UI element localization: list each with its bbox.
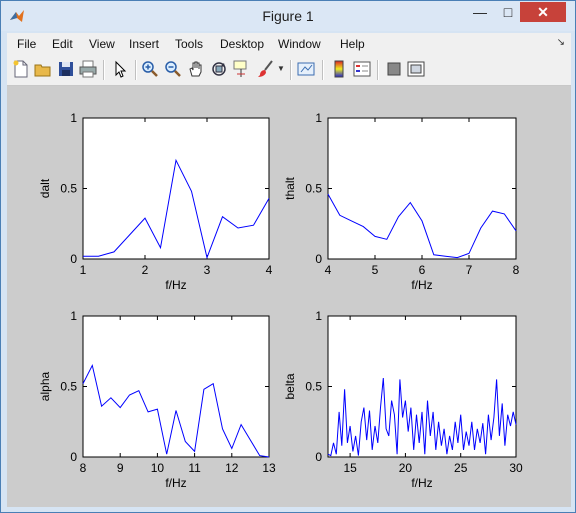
y-tick-label: 0.5 [60,182,77,196]
y-tick-label: 0 [315,252,322,266]
y-axis-label: thalt [283,176,297,199]
y-axis-label: belta [283,373,297,399]
figure-window: Figure 1 — □ ✕ File Edit View Insert Too… [0,0,576,513]
dock-arrow-icon[interactable]: ↘ [557,37,565,48]
minimize-button[interactable]: — [466,2,494,22]
axes-box [327,315,517,458]
title-bar[interactable]: Figure 1 — □ ✕ [1,1,575,31]
menu-view[interactable]: View [89,37,115,51]
figure-canvas: 1 2 3 4 0 0.5 1 f/Hz dalt 4 5 6 7 8 0 0.5 1 f/Hz thalt 8 9 10… [7,86,571,507]
x-tick-label: 8 [513,263,520,277]
y-tick-label: 1 [70,111,77,125]
save-icon[interactable] [57,60,75,78]
subplot-alpha[interactable]: 8 9 10 11 12 13 0 0.5 1 f/Hz alpha [38,309,276,490]
x-axis-label: f/Hz [411,278,432,292]
open-file-icon[interactable] [34,60,52,78]
brush-icon[interactable] [256,60,274,78]
x-tick-label: 5 [372,263,379,277]
x-axis-label: f/Hz [165,278,186,292]
y-tick-label: 1 [70,309,77,323]
rotate-3d-icon[interactable] [210,60,228,78]
menu-desktop[interactable]: Desktop [220,37,264,51]
x-tick-label: 30 [509,461,523,475]
legend-icon[interactable] [353,60,371,78]
axes-box [82,117,270,260]
y-tick-label: 1 [315,309,322,323]
maximize-button[interactable]: □ [494,2,522,22]
y-tick-label: 0.5 [60,380,77,394]
x-tick-label: 7 [466,263,473,277]
new-figure-icon[interactable] [12,60,30,78]
x-tick-label: 4 [266,263,273,277]
x-tick-label: 2 [142,263,149,277]
show-plot-tools-icon[interactable] [407,60,425,78]
brush-dropdown-icon[interactable]: ▼ [277,64,285,73]
x-tick-label: 12 [225,461,239,475]
menu-window[interactable]: Window [278,37,321,51]
y-tick-label: 0 [315,450,322,464]
x-tick-label: 9 [117,461,124,475]
x-tick-label: 8 [80,461,87,475]
subplot-thalt[interactable]: 4 5 6 7 8 0 0.5 1 f/Hz thalt [283,111,520,292]
axes-box [327,117,517,260]
subplot-dalt[interactable]: 1 2 3 4 0 0.5 1 f/Hz dalt [38,111,273,292]
x-tick-label: 13 [262,461,276,475]
hide-plot-tools-icon[interactable] [385,60,403,78]
y-tick-label: 0 [70,450,77,464]
x-tick-label: 4 [325,263,332,277]
menu-tools[interactable]: Tools [175,37,203,51]
link-plot-icon[interactable] [297,60,315,78]
data-cursor-icon[interactable] [233,60,251,78]
print-icon[interactable] [79,60,97,78]
colorbar-icon[interactable] [330,60,348,78]
menu-help[interactable]: Help [340,37,365,51]
select-arrow-icon[interactable] [111,60,129,78]
x-axis-label: f/Hz [165,476,186,490]
figure-plot-area: 1 2 3 400.51f/Hzdalt4 5 6 7 800.51f/Hzthalt8 9 10… [38,111,523,490]
axes-box [82,315,270,458]
x-tick-label: 25 [454,461,468,475]
menu-file[interactable]: File [17,37,36,51]
y-tick-label: 1 [315,111,322,125]
subplot-belta[interactable]: 15 20 25 30 0 0.5 1 f/Hz belta [283,309,523,490]
y-tick-label: 0 [70,252,77,266]
y-axis-label: alpha [38,372,52,402]
zoom-in-icon[interactable] [141,60,159,78]
menu-edit[interactable]: Edit [52,37,73,51]
x-tick-label: 15 [343,461,357,475]
zoom-out-icon[interactable] [164,60,182,78]
y-axis-label: dalt [38,178,52,198]
y-tick-label: 0.5 [305,182,322,196]
figure-toolbar: ▼ [7,55,571,86]
x-tick-label: 10 [151,461,165,475]
menu-insert[interactable]: Insert [129,37,159,51]
x-tick-label: 3 [204,263,211,277]
x-tick-label: 11 [188,461,201,475]
x-tick-label: 20 [399,461,413,475]
y-tick-label: 0.5 [305,380,322,394]
pan-hand-icon[interactable] [187,60,205,78]
menu-bar: File Edit View Insert Tools Desktop Wind… [7,33,571,55]
x-tick-label: 6 [419,263,426,277]
x-axis-label: f/Hz [411,476,432,490]
close-button[interactable]: ✕ [520,2,566,22]
x-tick-label: 1 [80,263,87,277]
